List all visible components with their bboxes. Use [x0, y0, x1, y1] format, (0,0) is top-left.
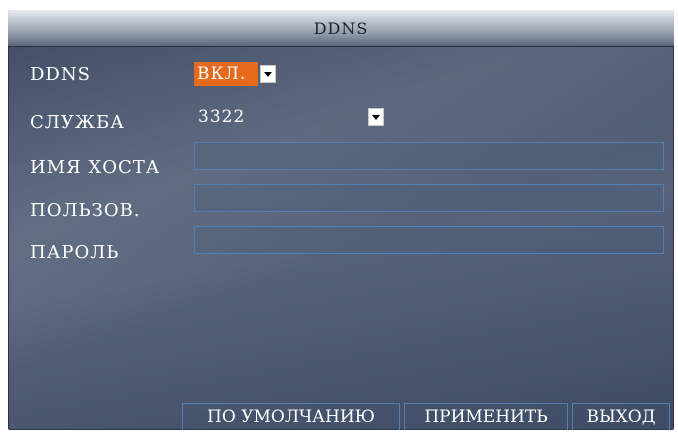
ddns-enable-select[interactable]: ВКЛ.: [194, 62, 278, 86]
username-label: ПОЛЬЗОВ.: [30, 200, 141, 221]
username-field[interactable]: [194, 184, 664, 212]
service-value: 3322: [198, 107, 246, 127]
exit-button[interactable]: ВЫХОД: [572, 403, 670, 430]
password-field[interactable]: [194, 226, 664, 254]
dialog-title: DDNS: [313, 19, 369, 38]
service-label: СЛУЖБА: [30, 112, 125, 133]
chevron-down-icon[interactable]: [260, 65, 276, 83]
ddns-enable-value: ВКЛ.: [194, 62, 258, 86]
ddns-dialog: DDNS DDNS ВКЛ. СЛУЖБА 3322 ИМЯ ХОСТА ПОЛ…: [8, 10, 674, 430]
default-button[interactable]: ПО УМОЛЧАНИЮ: [182, 403, 400, 430]
apply-button[interactable]: ПРИМЕНИТЬ: [404, 403, 568, 430]
title-bar: DDNS: [8, 10, 674, 47]
password-label: ПАРОЛЬ: [30, 242, 120, 263]
hostname-label: ИМЯ ХОСТА: [30, 157, 161, 178]
chevron-down-icon[interactable]: [368, 108, 384, 126]
hostname-field[interactable]: [194, 142, 664, 170]
ddns-label: DDNS: [30, 64, 91, 85]
service-select[interactable]: 3322: [194, 105, 390, 129]
